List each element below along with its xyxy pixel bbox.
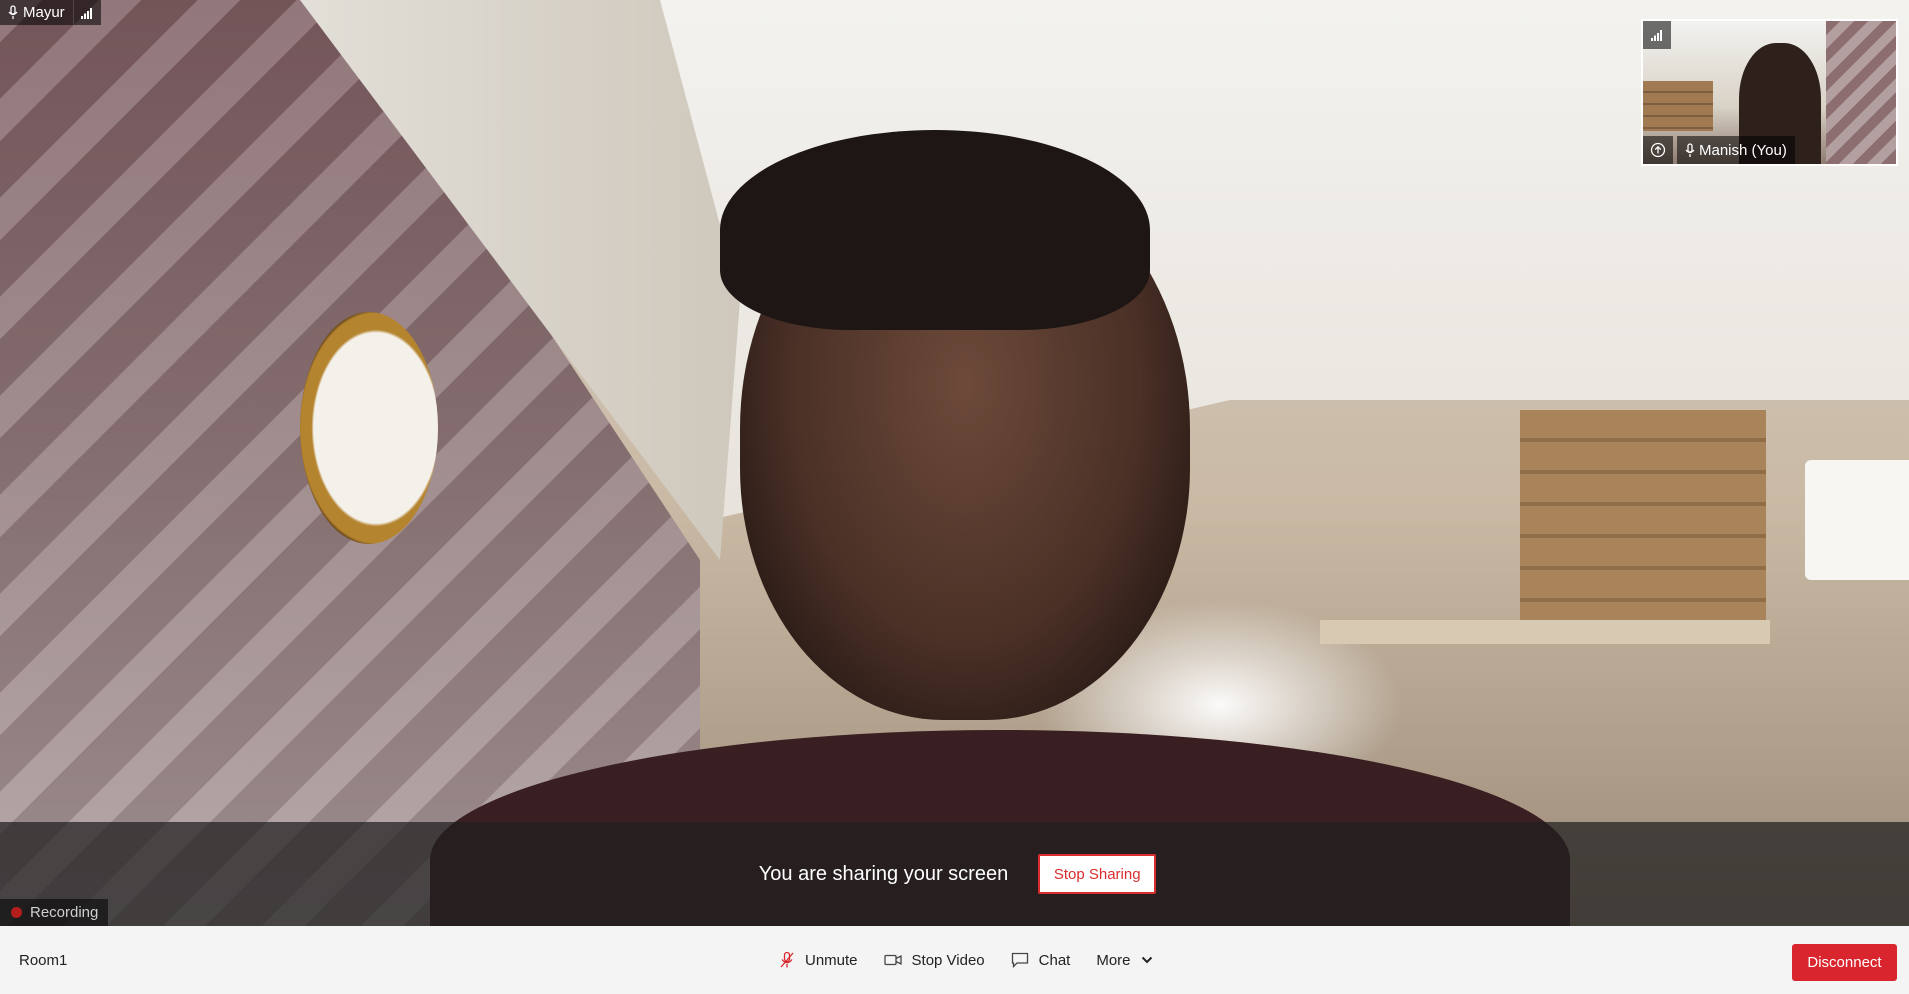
network-signal-icon [1643,21,1671,49]
recording-dot-icon [11,907,22,918]
chat-button[interactable]: Chat [998,940,1084,980]
call-controls: Unmute Stop Video Chat More [766,940,1166,980]
self-name: Manish (You) [1699,141,1787,159]
chevron-down-icon [1141,956,1153,964]
video-background [1520,410,1766,625]
self-view-footer: Manish (You) [1643,136,1795,164]
unmute-button[interactable]: Unmute [766,940,871,980]
self-view-video[interactable]: Manish (You) [1641,19,1898,166]
video-background [1805,460,1909,580]
microphone-icon [8,5,18,20]
upload-icon[interactable] [1643,136,1673,164]
chat-label: Chat [1038,951,1071,969]
main-video: Mayur Manish (You) You are sharing your … [0,0,1909,926]
recording-label: Recording [30,904,99,921]
recording-indicator: Recording [0,899,108,926]
participant-name: Mayur [23,4,65,21]
room-name: Room1 [19,951,68,969]
self-name-tag: Manish (You) [1677,136,1795,164]
bottom-toolbar: Room1 Unmute Stop Video Chat More Discon… [0,926,1909,994]
participant-name-tag: Mayur [0,0,101,25]
video-background [1643,81,1713,131]
video-background [300,312,438,544]
stop-video-button[interactable]: Stop Video [871,940,998,980]
stop-sharing-button[interactable]: Stop Sharing [1038,854,1157,894]
video-camera-icon [883,954,902,966]
video-background [1320,620,1770,644]
participant-name-wrap: Mayur [0,0,73,25]
screen-share-message: You are sharing your screen [758,862,1009,885]
more-label: More [1096,951,1131,969]
screen-share-banner: You are sharing your screen Stop Sharing [0,822,1909,926]
video-background [1826,21,1896,164]
stop-video-label: Stop Video [911,951,985,969]
disconnect-button[interactable]: Disconnect [1792,944,1897,981]
microphone-muted-icon [779,951,795,969]
network-signal-icon [72,0,101,25]
chat-bubble-icon [1011,952,1029,968]
participant-video-subject [720,130,1150,330]
microphone-icon [1685,142,1695,158]
unmute-label: Unmute [805,951,858,969]
more-menu-button[interactable]: More [1083,940,1165,980]
